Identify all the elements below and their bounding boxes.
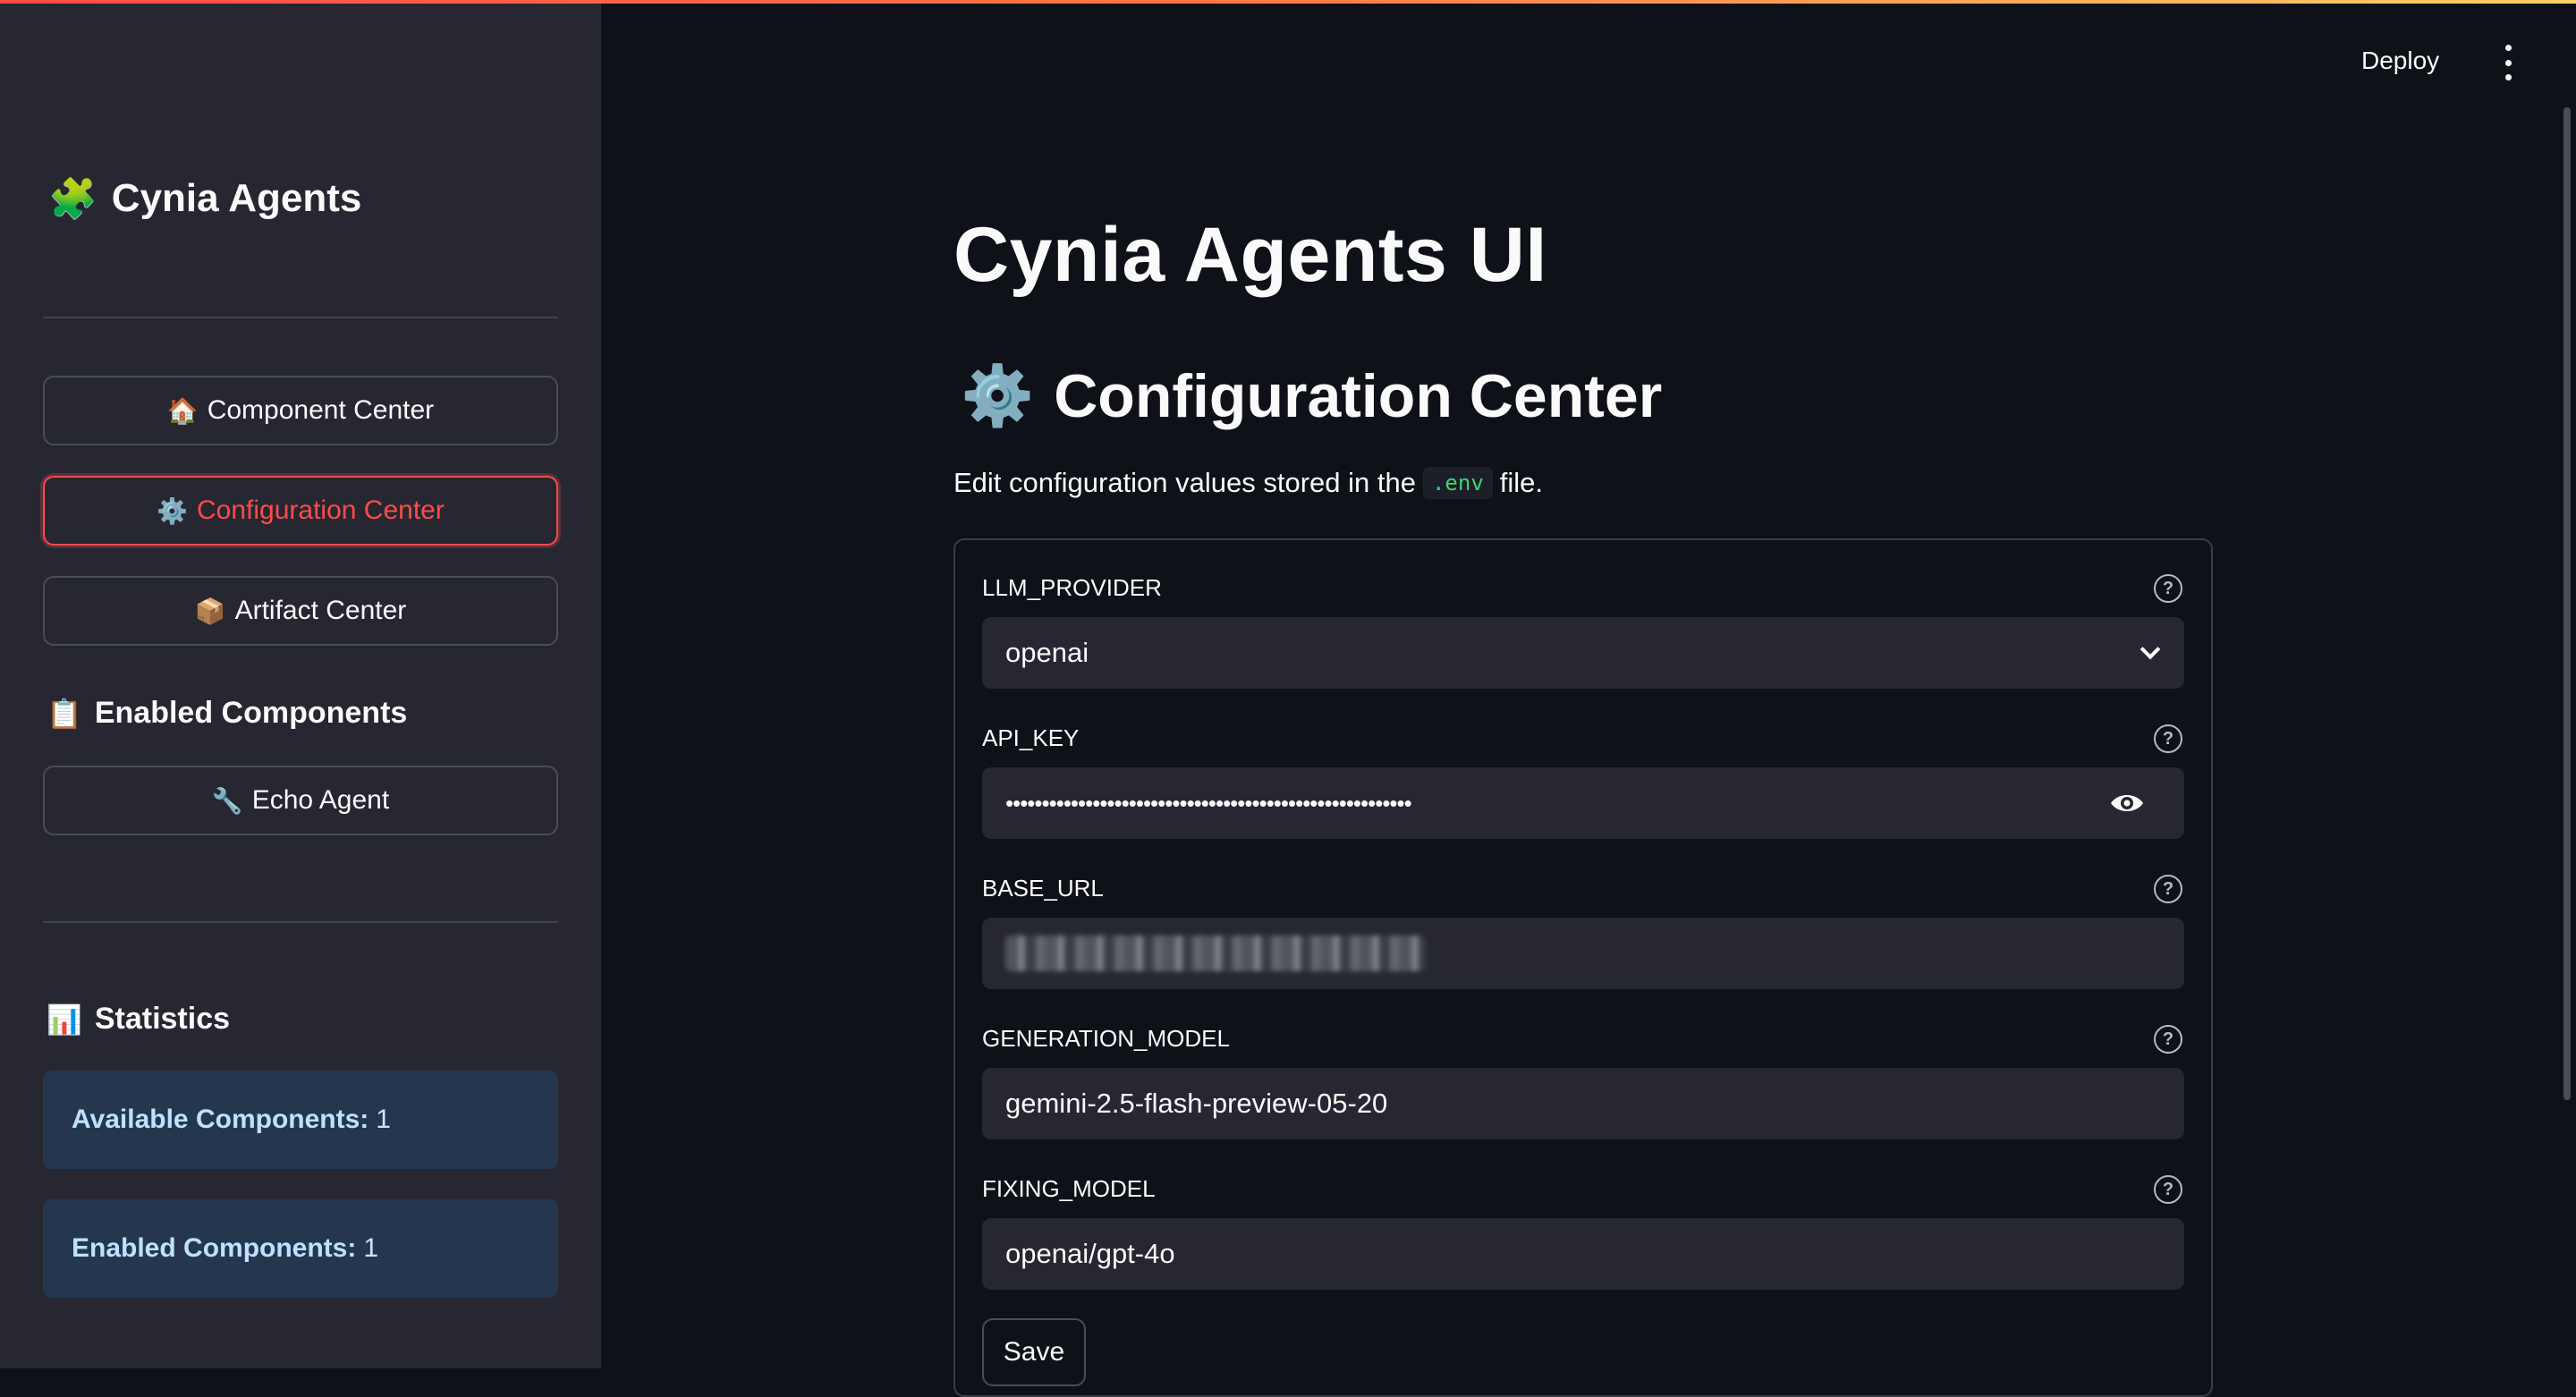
help-icon[interactable]: ? [2154, 1025, 2182, 1054]
help-icon[interactable]: ? [2154, 1175, 2182, 1204]
brand-title: Cynia Agents [111, 176, 362, 220]
help-icon[interactable]: ? [2154, 574, 2182, 603]
scrollbar[interactable] [2563, 107, 2571, 1100]
llm-provider-label: LLM_PROVIDER [982, 574, 1162, 601]
description-text: Edit configuration values stored in the [953, 467, 1416, 498]
artifact-center-button[interactable]: 📦 Artifact Center [43, 576, 558, 646]
stat-label: Enabled Components: [72, 1233, 357, 1263]
base-url-label: BASE_URL [982, 875, 1104, 902]
env-filename: .env [1422, 467, 1493, 499]
statistics-title: Statistics [94, 1002, 231, 1036]
stat-value: 1 [376, 1105, 391, 1134]
api-key-field[interactable]: ••••••••••••••••••••••••••••••••••••••••… [982, 767, 2184, 839]
fixing-model-field[interactable]: openai/gpt-4o [982, 1218, 2184, 1290]
section-header: ⚙️ Configuration Center [961, 361, 1662, 431]
page-description: Edit configuration values stored in the … [953, 467, 1543, 499]
redacted-value [1005, 936, 1426, 971]
configuration-center-button[interactable]: ⚙️ Configuration Center [43, 476, 558, 546]
generation-model-field[interactable]: gemini-2.5-flash-preview-05-20 [982, 1068, 2184, 1139]
top-decoration-bar [0, 0, 2576, 4]
sidebar-divider [43, 317, 558, 318]
available-components-stat: Available Components: 1 [43, 1071, 558, 1169]
section-title: Configuration Center [1054, 362, 1663, 430]
stat-label: Available Components: [72, 1105, 369, 1134]
puzzle-piece-icon: 🧩 [48, 176, 97, 222]
gear-icon: ⚙️ [961, 361, 1035, 430]
statistics-heading: 📊 Statistics [47, 1002, 230, 1037]
api-key-value: ••••••••••••••••••••••••••••••••••••••••… [1005, 789, 1412, 817]
fixing-model-label: FIXING_MODEL [982, 1175, 1156, 1202]
eye-icon[interactable] [2109, 791, 2145, 816]
main-menu-kebab-icon[interactable] [2497, 45, 2519, 80]
echo-agent-label: Echo Agent [251, 785, 390, 815]
help-icon[interactable]: ? [2154, 875, 2182, 903]
sidebar-brand: 🧩 Cynia Agents [48, 175, 361, 222]
page-title: Cynia Agents UI [953, 212, 1547, 298]
generation-model-label: GENERATION_MODEL [982, 1025, 1230, 1052]
artifact-center-label: Artifact Center [234, 596, 407, 625]
llm-provider-value: openai [1005, 637, 1089, 668]
house-icon: 🏠 [166, 395, 199, 426]
component-center-label: Component Center [207, 395, 435, 425]
bar-chart-icon: 📊 [47, 1002, 82, 1037]
save-button[interactable]: Save [982, 1318, 1086, 1386]
api-key-label: API_KEY [982, 724, 1080, 751]
description-text-suffix: file. [1499, 467, 1544, 498]
enabled-components-stat: Enabled Components: 1 [43, 1199, 558, 1298]
fixing-model-value: openai/gpt-4o [1005, 1238, 1175, 1269]
wrench-icon: 🔧 [211, 785, 243, 816]
clipboard-icon: 📋 [47, 696, 82, 731]
echo-agent-button[interactable]: 🔧 Echo Agent [43, 766, 558, 835]
stat-value: 1 [363, 1233, 379, 1263]
llm-provider-select[interactable]: openai [982, 617, 2184, 689]
deploy-button[interactable]: Deploy [2361, 47, 2439, 75]
help-icon[interactable]: ? [2154, 724, 2182, 753]
package-icon: 📦 [194, 596, 226, 626]
sidebar-divider [43, 921, 558, 923]
sidebar: 🧩 Cynia Agents 🏠 Component Center ⚙️ Con… [0, 0, 601, 1368]
enabled-components-title: Enabled Components [94, 696, 408, 730]
component-center-button[interactable]: 🏠 Component Center [43, 376, 558, 445]
enabled-components-heading: 📋 Enabled Components [47, 696, 407, 731]
configuration-center-label: Configuration Center [197, 495, 445, 525]
chevron-down-icon [2140, 639, 2161, 660]
generation-model-value: gemini-2.5-flash-preview-05-20 [1005, 1088, 1388, 1119]
gear-icon: ⚙️ [157, 495, 189, 526]
base-url-field[interactable] [982, 918, 2184, 989]
